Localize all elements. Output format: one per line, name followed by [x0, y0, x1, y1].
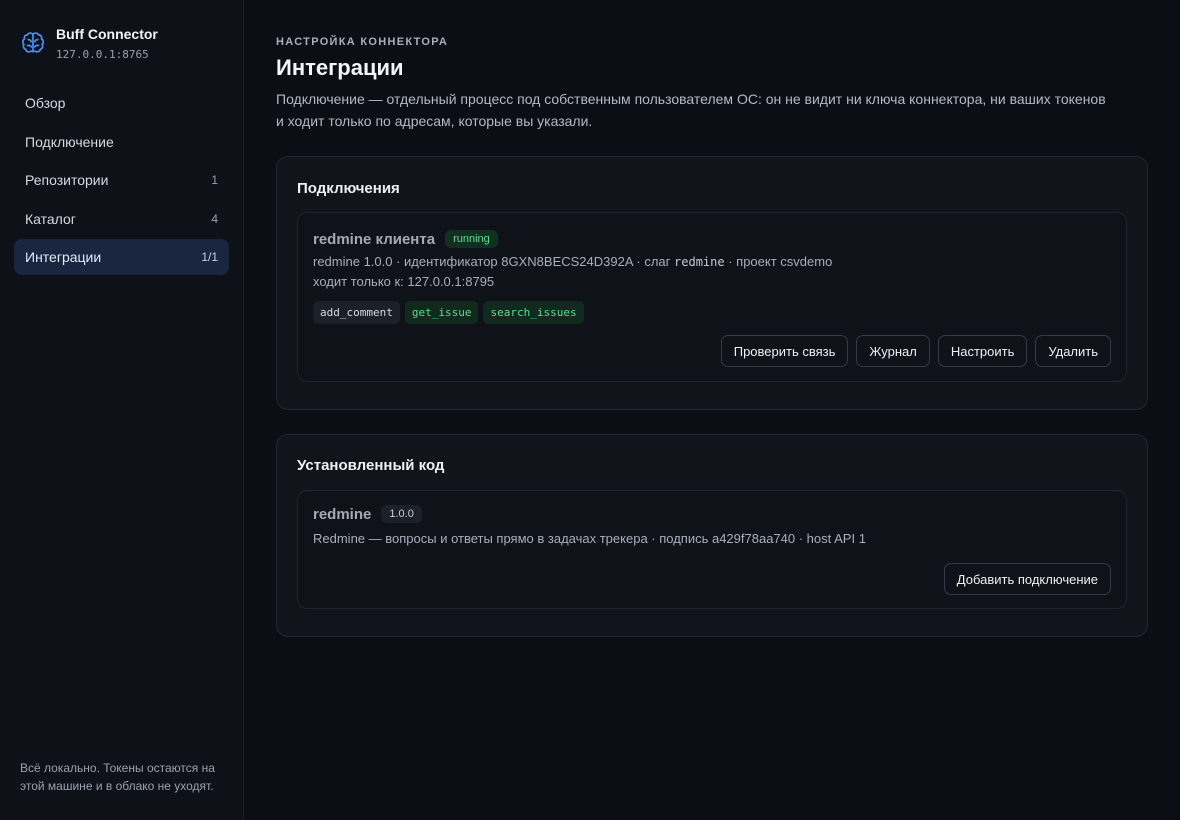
check-connection-button[interactable]: Проверить связь [720, 335, 849, 367]
package-name: redmine [313, 505, 372, 523]
sidebar-item-count: 4 [211, 211, 218, 226]
sidebar-item-connection[interactable]: Подключение [14, 124, 229, 160]
connection-name: redmine клиента [313, 230, 436, 248]
add-connection-button[interactable]: Добавить подключение [943, 563, 1111, 595]
log-button[interactable]: Журнал [856, 335, 930, 367]
connection-meta: redmine 1.0.0 · идентификатор 8GXN8BECS2… [313, 252, 832, 272]
sidebar-item-label: Интеграции [25, 249, 102, 265]
configure-button[interactable]: Настроить [937, 335, 1028, 367]
package-card: redmine 1.0.0 Redmine — вопросы и ответы… [297, 490, 1127, 609]
sidebar-item-catalog[interactable]: Каталог 4 [14, 201, 229, 237]
connection-actions: Проверить связь Журнал Настроить Удалить [713, 335, 1111, 367]
delete-button[interactable]: Удалить [1035, 335, 1111, 367]
connection-meta-suffix: · проект csvdemo [724, 254, 833, 269]
sidebar-item-label: Подключение [25, 133, 114, 150]
tool-chip: get_issue [404, 301, 479, 324]
connection-meta-prefix: redmine 1.0.0 · идентификатор 8GXN8BECS2… [313, 254, 675, 269]
tool-chip: add_comment [313, 301, 400, 324]
sidebar-item-repositories[interactable]: Репозитории 1 [14, 162, 229, 198]
installed-code-title: Установленный код [297, 457, 445, 474]
connections-title: Подключения [297, 180, 400, 197]
status-badge: running [445, 230, 498, 248]
tool-chip: search_issues [483, 301, 584, 324]
sidebar-item-label: Обзор [25, 95, 66, 111]
sidebar-footer-note: Всё локально. Токены остаются на этой ма… [20, 761, 215, 793]
connection-slug: redmine [674, 255, 725, 269]
sidebar-item-count: 1 [211, 173, 218, 187]
page-title: Интеграции [276, 55, 404, 80]
sidebar-nav: Обзор Подключение Репозитории 1 Каталог … [14, 85, 229, 278]
app-name: Buff Connector [56, 26, 158, 42]
version-badge: 1.0.0 [381, 505, 422, 523]
connections-panel: Подключения redmine клиента running redm… [276, 156, 1148, 410]
brand: Buff Connector 127.0.0.1:8765 [20, 26, 158, 62]
sidebar-item-label: Каталог [25, 210, 76, 227]
connection-card: redmine клиента running redmine 1.0.0 · … [297, 212, 1127, 382]
brain-icon [21, 32, 45, 53]
page-description: Подключение — отдельный процесс под собс… [276, 91, 1106, 129]
connection-hosts: ходит только к: 127.0.0.1:8795 [313, 274, 495, 289]
installed-code-panel: Установленный код redmine 1.0.0 Redmine … [276, 434, 1148, 637]
sidebar-item-integrations[interactable]: Интеграции 1/1 [14, 239, 229, 275]
sidebar-item-label: Репозитории [25, 172, 109, 188]
sidebar: Buff Connector 127.0.0.1:8765 Обзор Подк… [0, 0, 244, 820]
package-actions: Добавить подключение [936, 563, 1111, 595]
package-description: Redmine — вопросы и ответы прямо в задач… [313, 531, 866, 546]
sidebar-item-overview[interactable]: Обзор [14, 85, 229, 121]
page-eyebrow: Настройка коннектора [276, 36, 449, 48]
tool-chips: add_comment get_issue search_issues [313, 301, 589, 324]
sidebar-item-count: 1/1 [201, 250, 218, 264]
app-address: 127.0.0.1:8765 [56, 48, 149, 61]
